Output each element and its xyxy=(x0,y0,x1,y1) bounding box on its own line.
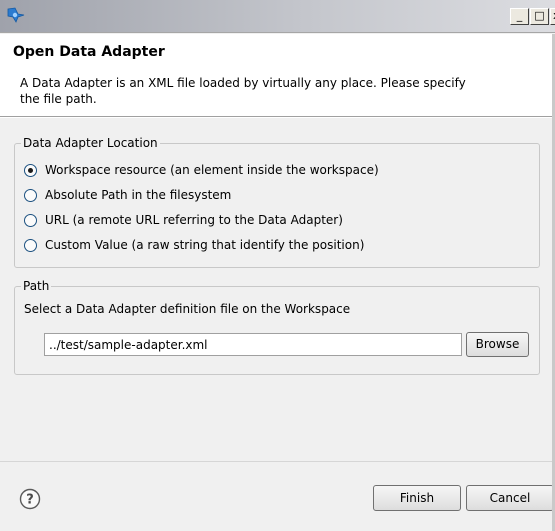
app-icon xyxy=(7,7,25,23)
radio-label: URL (a remote URL referring to the Data … xyxy=(45,213,343,227)
path-input[interactable] xyxy=(44,333,462,356)
close-button[interactable]: x xyxy=(550,8,555,25)
dialog-description: A Data Adapter is an XML file loaded by … xyxy=(20,76,466,106)
finish-button[interactable]: Finish xyxy=(373,485,461,511)
path-description: Select a Data Adapter definition file on… xyxy=(24,302,351,316)
maximize-button[interactable]: □ xyxy=(530,8,549,25)
location-group-legend: Data Adapter Location xyxy=(21,135,160,151)
radio-button[interactable] xyxy=(24,238,37,252)
radio-button[interactable] xyxy=(24,188,37,202)
radio-workspace-resource[interactable]: Workspace resource (an element inside th… xyxy=(24,162,379,178)
path-group: Path xyxy=(14,278,540,375)
radio-label: Custom Value (a raw string that identify… xyxy=(45,238,365,252)
radio-label: Absolute Path in the filesystem xyxy=(45,188,232,202)
radio-button[interactable] xyxy=(24,163,37,177)
radio-label: Workspace resource (an element inside th… xyxy=(45,163,379,177)
open-data-adapter-dialog: _ □ x Open Data Adapter A Data Adapter i… xyxy=(0,0,555,531)
help-question-icon[interactable]: ? xyxy=(19,488,41,510)
radio-button[interactable] xyxy=(24,213,37,227)
minimize-button[interactable]: _ xyxy=(510,8,529,25)
header-separator xyxy=(0,116,555,118)
cancel-button[interactable]: Cancel xyxy=(466,485,554,511)
svg-text:?: ? xyxy=(26,493,34,508)
radio-custom-value[interactable]: Custom Value (a raw string that identify… xyxy=(24,237,364,253)
radio-url[interactable]: URL (a remote URL referring to the Data … xyxy=(24,212,343,228)
title-bar[interactable]: _ □ x xyxy=(0,0,555,33)
radio-absolute-path[interactable]: Absolute Path in the filesystem xyxy=(24,187,231,203)
footer-separator xyxy=(0,461,555,462)
dialog-title: Open Data Adapter xyxy=(13,44,165,60)
browse-button[interactable]: Browse xyxy=(466,332,529,357)
path-group-legend: Path xyxy=(21,278,52,294)
dialog-header: Open Data Adapter A Data Adapter is an X… xyxy=(0,34,555,116)
